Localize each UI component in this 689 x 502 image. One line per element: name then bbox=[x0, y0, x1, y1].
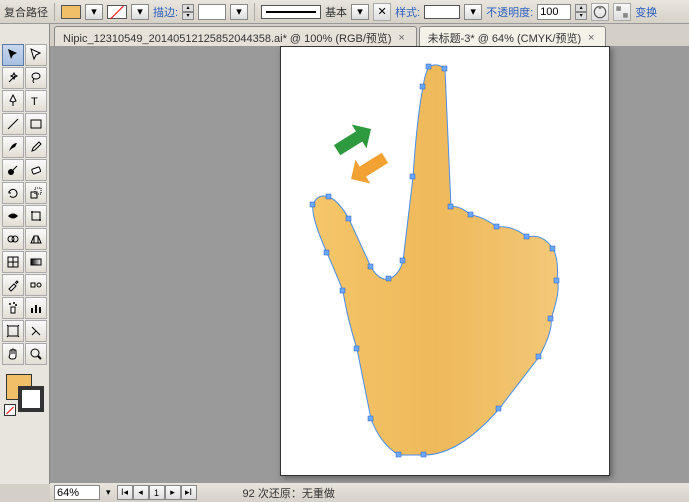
fill-stroke-control[interactable] bbox=[2, 372, 47, 416]
direct-selection-tool[interactable] bbox=[25, 44, 47, 66]
separator bbox=[254, 3, 255, 21]
document-tab-1[interactable]: Nipic_12310549_20140512125852044358.ai* … bbox=[54, 26, 417, 46]
paintbrush-tool[interactable] bbox=[2, 136, 24, 158]
symbol-sprayer-tool[interactable] bbox=[2, 297, 24, 319]
eraser-tool[interactable] bbox=[25, 159, 47, 181]
tab-label: 未标题-3* @ 64% (CMYK/预览) bbox=[428, 30, 582, 46]
stroke-color-box[interactable] bbox=[18, 386, 44, 412]
stroke-weight-input[interactable] bbox=[198, 4, 226, 20]
slice-tool[interactable] bbox=[25, 320, 47, 342]
style-dropdown[interactable]: ▾ bbox=[464, 4, 482, 20]
stroke-dropdown[interactable]: ▾ bbox=[131, 4, 149, 20]
orange-arrow-icon bbox=[344, 146, 393, 191]
stroke-weight-dropdown[interactable]: ▾ bbox=[230, 4, 248, 20]
perspective-grid-tool[interactable] bbox=[25, 228, 47, 250]
first-artboard-button[interactable]: I◂ bbox=[117, 485, 133, 500]
status-bar: 64% ▾ I◂ ◂ 1 ▸ ▸I 92 次还原：无重做 bbox=[50, 482, 689, 502]
toolbox: T bbox=[0, 24, 50, 484]
zoom-level-field[interactable]: 64% bbox=[54, 485, 100, 500]
magic-wand-tool[interactable] bbox=[2, 67, 24, 89]
artboard-tool[interactable] bbox=[2, 320, 24, 342]
opacity-spinner[interactable]: ▴▾ bbox=[575, 4, 587, 20]
fill-swatch[interactable] bbox=[61, 5, 81, 19]
zoom-value: 64% bbox=[57, 487, 79, 499]
pencil-tool[interactable] bbox=[25, 136, 47, 158]
close-icon[interactable]: × bbox=[585, 32, 597, 44]
recolor-icon[interactable] bbox=[591, 3, 609, 21]
lasso-tool[interactable] bbox=[25, 67, 47, 89]
opacity-label[interactable]: 不透明度: bbox=[486, 4, 533, 20]
svg-text:T: T bbox=[31, 96, 38, 108]
scale-tool[interactable] bbox=[25, 182, 47, 204]
prev-artboard-button[interactable]: ◂ bbox=[133, 485, 149, 500]
stroke-label[interactable]: 描边: bbox=[153, 4, 178, 20]
column-graph-tool[interactable] bbox=[25, 297, 47, 319]
zoom-dropdown-icon[interactable]: ▾ bbox=[106, 487, 111, 498]
gradient-tool[interactable] bbox=[25, 251, 47, 273]
last-artboard-button[interactable]: ▸I bbox=[181, 485, 197, 500]
green-arrow-icon bbox=[330, 117, 379, 162]
document-tabs: Nipic_12310549_20140512125852044358.ai* … bbox=[50, 24, 689, 46]
width-tool[interactable] bbox=[2, 205, 24, 227]
brush-definition[interactable] bbox=[261, 5, 321, 19]
artboard-number[interactable]: 1 bbox=[149, 485, 165, 500]
rotate-tool[interactable] bbox=[2, 182, 24, 204]
transform-link[interactable]: 变换 bbox=[635, 4, 657, 20]
brush-options-icon[interactable]: ✕ bbox=[373, 3, 391, 21]
zoom-tool[interactable] bbox=[25, 343, 47, 365]
shape-builder-tool[interactable] bbox=[2, 228, 24, 250]
eyedropper-tool[interactable] bbox=[2, 274, 24, 296]
type-tool[interactable]: T bbox=[25, 90, 47, 112]
hand-shape-path bbox=[313, 65, 558, 455]
close-icon[interactable]: × bbox=[396, 32, 408, 44]
hand-tool[interactable] bbox=[2, 343, 24, 365]
fill-dropdown[interactable]: ▾ bbox=[85, 4, 103, 20]
artboard-navigation: I◂ ◂ 1 ▸ ▸I bbox=[117, 485, 197, 500]
property-bar: 复合路径 ▾ ▾ 描边: ▴▾ ▾ 基本 ▾ ✕ 样式: ▾ 不透明度: 100… bbox=[0, 0, 689, 24]
selection-tool[interactable] bbox=[2, 44, 24, 66]
mesh-tool[interactable] bbox=[2, 251, 24, 273]
none-color-indicator[interactable] bbox=[4, 404, 16, 416]
rectangle-tool[interactable] bbox=[25, 113, 47, 135]
basic-label: 基本 bbox=[325, 4, 347, 20]
stroke-swatch-none[interactable] bbox=[107, 5, 127, 19]
document-tab-2[interactable]: 未标题-3* @ 64% (CMYK/预览) × bbox=[419, 26, 607, 46]
separator bbox=[54, 3, 55, 21]
graphic-style-swatch[interactable] bbox=[424, 5, 460, 19]
tab-label: Nipic_12310549_20140512125852044358.ai* … bbox=[63, 30, 392, 46]
undo-status-text: 92 次还原：无重做 bbox=[243, 485, 335, 501]
canvas-workspace[interactable] bbox=[50, 46, 689, 482]
artboard bbox=[280, 46, 610, 476]
select-similar-icon[interactable] bbox=[613, 3, 631, 21]
blend-tool[interactable] bbox=[25, 274, 47, 296]
brush-dropdown[interactable]: ▾ bbox=[351, 4, 369, 20]
line-tool[interactable] bbox=[2, 113, 24, 135]
style-label[interactable]: 样式: bbox=[395, 4, 420, 20]
opacity-value[interactable]: 100 bbox=[537, 4, 571, 20]
object-type-label: 复合路径 bbox=[4, 4, 48, 20]
free-transform-tool[interactable] bbox=[25, 205, 47, 227]
next-artboard-button[interactable]: ▸ bbox=[165, 485, 181, 500]
stroke-weight-spinner[interactable]: ▴▾ bbox=[182, 4, 194, 20]
hand-artwork[interactable] bbox=[299, 57, 589, 467]
pen-tool[interactable] bbox=[2, 90, 24, 112]
blob-brush-tool[interactable] bbox=[2, 159, 24, 181]
